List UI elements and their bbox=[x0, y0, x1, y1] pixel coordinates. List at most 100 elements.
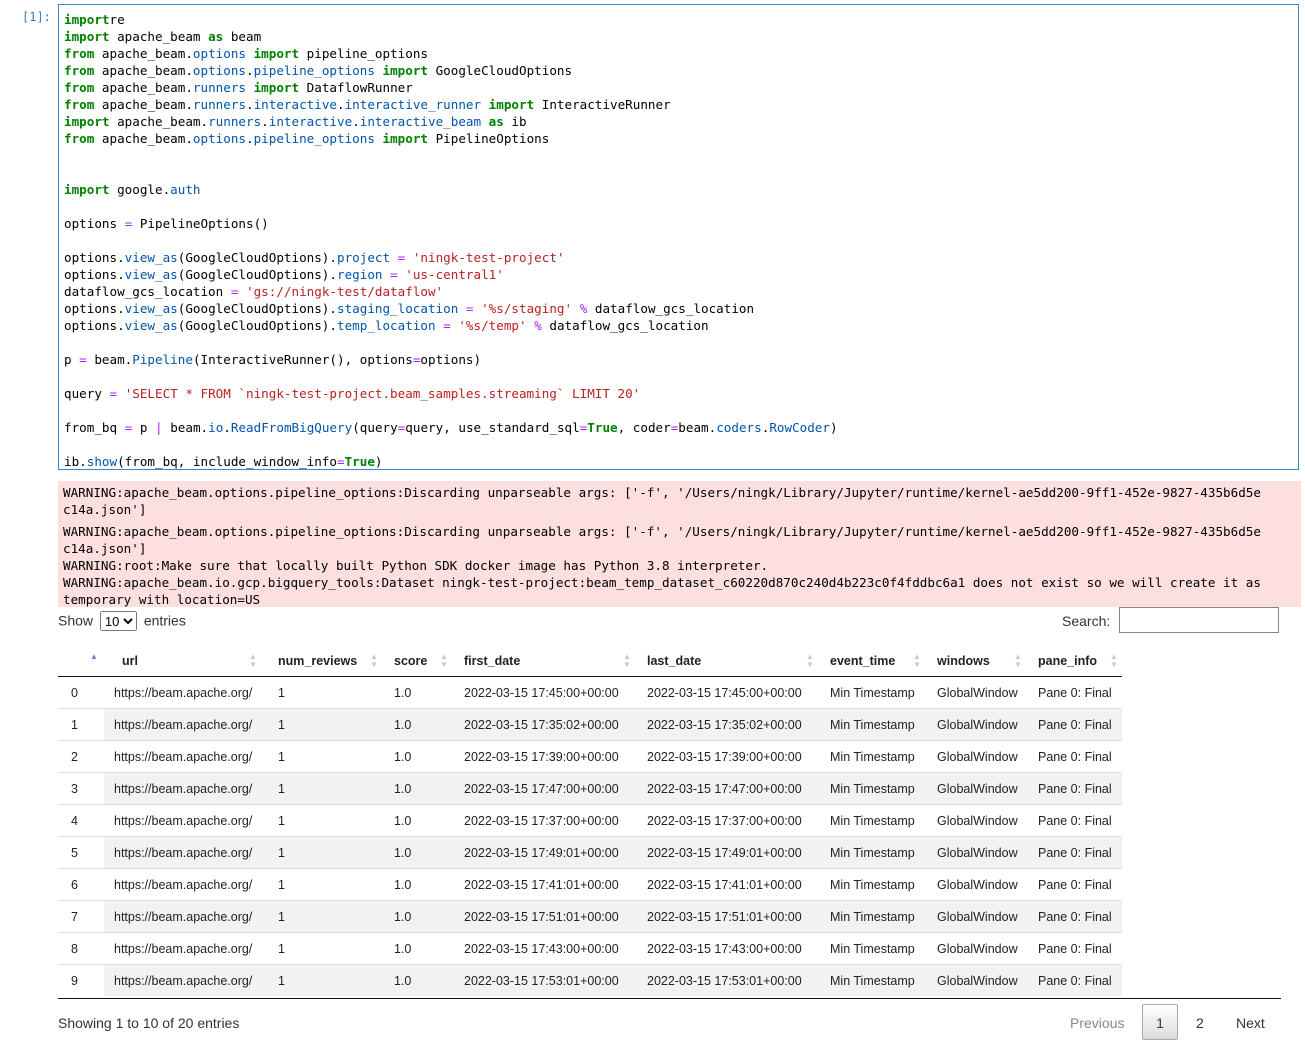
search-control: Search: bbox=[1062, 607, 1279, 633]
table-cell: 5 bbox=[58, 836, 104, 869]
table-cell: Min Timestamp bbox=[822, 868, 929, 901]
search-label: Search: bbox=[1062, 613, 1111, 629]
column-header-num-reviews[interactable]: num_reviews ▲ ▼ bbox=[270, 646, 386, 677]
table-cell: Min Timestamp bbox=[822, 964, 929, 996]
table-cell: 1.0 bbox=[386, 900, 456, 933]
table-cell: 1.0 bbox=[386, 932, 456, 965]
table-cell: 2022-03-15 17:51:01+00:00 bbox=[456, 900, 639, 933]
table-cell: 2022-03-15 17:39:00+00:00 bbox=[639, 740, 822, 773]
table-cell: 4 bbox=[58, 804, 104, 837]
table-cell: Min Timestamp bbox=[822, 900, 929, 933]
table-cell: https://beam.apache.org/ bbox=[104, 836, 270, 869]
table-cell: 1.0 bbox=[386, 964, 456, 996]
search-input[interactable] bbox=[1119, 607, 1279, 633]
table-cell: 1 bbox=[270, 964, 386, 996]
column-header-last-date[interactable]: last_date ▲ ▼ bbox=[639, 646, 822, 677]
table-cell: 1.0 bbox=[386, 868, 456, 901]
column-header-score[interactable]: score ▲ ▼ bbox=[386, 646, 456, 677]
table-header-row: ▲ url ▲ ▼ num_reviews ▲ ▼ score ▲ ▼ first_date… bbox=[58, 646, 1122, 677]
code-line: options = PipelineOptions() bbox=[64, 216, 269, 231]
table-cell: Min Timestamp bbox=[822, 836, 929, 869]
previous-page-button[interactable]: Previous bbox=[1070, 1015, 1124, 1031]
table-cell: 1 bbox=[58, 708, 104, 741]
table-cell: 2 bbox=[58, 740, 104, 773]
code-line: from apache_beam.options.pipeline_option… bbox=[64, 131, 550, 146]
table-cell: Pane 0: Final bbox=[1030, 708, 1122, 741]
stderr-line: WARNING:apache_beam.options.pipeline_opt… bbox=[63, 485, 1261, 500]
table-cell: 2022-03-15 17:53:01+00:00 bbox=[456, 964, 639, 996]
table-cell: 2022-03-15 17:43:00+00:00 bbox=[456, 932, 639, 965]
table-row: 8 https://beam.apache.org/1 1.0 2022-03-15 … bbox=[58, 932, 1122, 965]
table-cell: 2022-03-15 17:37:00+00:00 bbox=[639, 804, 822, 837]
code-line: options.view_as(GoogleCloudOptions).regi… bbox=[64, 267, 504, 282]
column-header-first-date[interactable]: first_date ▲ ▼ bbox=[456, 646, 639, 677]
table-cell: Pane 0: Final bbox=[1030, 900, 1122, 933]
code-line: from apache_beam.options.pipeline_option… bbox=[64, 63, 573, 78]
table-cell: Min Timestamp bbox=[822, 772, 929, 805]
sort-asc-icon: ▲ bbox=[90, 652, 98, 661]
code-line: ib.show(from_bq, include_window_info=Tru… bbox=[64, 454, 383, 469]
code-text[interactable]: importre import apache_beam as beam from… bbox=[64, 11, 838, 470]
table-cell: Pane 0: Final bbox=[1030, 772, 1122, 805]
page-length-select[interactable]: 10 bbox=[99, 611, 137, 631]
sort-icon: ▲ ▼ bbox=[440, 652, 448, 669]
table-cell: Min Timestamp bbox=[822, 932, 929, 965]
table-cell: GlobalWindow bbox=[929, 932, 1030, 965]
table-cell: 7 bbox=[58, 900, 104, 933]
code-line: importre bbox=[64, 12, 125, 27]
table-row: 0 https://beam.apache.org/1 1.0 2022-03-15 … bbox=[58, 676, 1122, 709]
page-2-button[interactable]: 2 bbox=[1196, 1015, 1204, 1031]
code-line: from apache_beam.options import pipeline… bbox=[64, 46, 428, 61]
column-header-windows[interactable]: windows ▲ ▼ bbox=[929, 646, 1030, 677]
table-cell: 1.0 bbox=[386, 740, 456, 773]
table-cell: GlobalWindow bbox=[929, 868, 1030, 901]
sort-icon: ▲ ▼ bbox=[623, 652, 631, 669]
table-cell: Min Timestamp bbox=[822, 740, 929, 773]
code-line: query = 'SELECT * FROM `ningk-test-proje… bbox=[64, 386, 641, 401]
table-cell: https://beam.apache.org/ bbox=[104, 900, 270, 933]
table-cell: Pane 0: Final bbox=[1030, 804, 1122, 837]
table-cell: GlobalWindow bbox=[929, 804, 1030, 837]
column-header-event-time[interactable]: event_time ▲ ▼ bbox=[822, 646, 929, 677]
table-cell: GlobalWindow bbox=[929, 964, 1030, 996]
table-cell: 1 bbox=[270, 772, 386, 805]
table-cell: https://beam.apache.org/ bbox=[114, 685, 253, 700]
table-cell: https://beam.apache.org/ bbox=[104, 772, 270, 805]
table-cell: https://beam.apache.org/ bbox=[104, 740, 270, 773]
table-cell: 1 bbox=[278, 685, 285, 700]
column-header-pane-info[interactable]: pane_info ▲ ▼ bbox=[1030, 646, 1122, 677]
table-cell: GlobalWindow bbox=[937, 685, 1018, 700]
table-cell: Pane 0: Final bbox=[1030, 868, 1122, 901]
column-header-index[interactable]: ▲ bbox=[58, 646, 104, 677]
code-line: from_bq = p | beam.io.ReadFromBigQuery(q… bbox=[64, 420, 838, 435]
table-cell: GlobalWindow bbox=[929, 740, 1030, 773]
table-cell: 2022-03-15 17:39:00+00:00 bbox=[456, 740, 639, 773]
table-cell: 2022-03-15 17:53:01+00:00 bbox=[639, 964, 822, 996]
column-header-url[interactable]: url ▲ ▼ bbox=[104, 646, 270, 677]
code-cell-editor[interactable]: importre import apache_beam as beam from… bbox=[58, 4, 1299, 470]
code-line: import google.auth bbox=[64, 182, 201, 197]
table-cell: https://beam.apache.org/ bbox=[104, 708, 270, 741]
table-cell: 1 bbox=[270, 740, 386, 773]
table-cell: 2022-03-15 17:35:02+00:00 bbox=[456, 708, 639, 741]
table-cell: 2022-03-15 17:41:01+00:00 bbox=[456, 868, 639, 901]
table-row: 7 https://beam.apache.org/1 1.0 2022-03-15 … bbox=[58, 900, 1122, 933]
table-cell: 2022-03-15 17:37:00+00:00 bbox=[456, 804, 639, 837]
next-page-button[interactable]: Next bbox=[1236, 1015, 1265, 1031]
page-1-button[interactable]: 1 bbox=[1142, 1004, 1178, 1040]
results-table: ▲ url ▲ ▼ num_reviews ▲ ▼ score ▲ ▼ first_date… bbox=[58, 646, 1122, 996]
table-cell: 2022-03-15 17:45:00+00:00 bbox=[464, 685, 619, 700]
table-cell: 2022-03-15 17:47:00+00:00 bbox=[639, 772, 822, 805]
code-line: p = beam.Pipeline(InteractiveRunner(), o… bbox=[64, 352, 482, 367]
table-cell: https://beam.apache.org/ bbox=[104, 804, 270, 837]
stderr-line: c14a.json'] bbox=[63, 541, 147, 556]
table-cell: GlobalWindow bbox=[929, 708, 1030, 741]
table-row: 3 https://beam.apache.org/1 1.0 2022-03-15 … bbox=[58, 772, 1122, 805]
table-cell: 1 bbox=[270, 708, 386, 741]
table-row: 6 https://beam.apache.org/1 1.0 2022-03-15 … bbox=[58, 868, 1122, 901]
page-length-control: Show 10 entries bbox=[58, 611, 186, 631]
table-row: 2 https://beam.apache.org/1 1.0 2022-03-15 … bbox=[58, 740, 1122, 773]
code-line: options.view_as(GoogleCloudOptions).stag… bbox=[64, 301, 755, 316]
show-label: Show bbox=[58, 612, 94, 629]
table-row: 5 https://beam.apache.org/1 1.0 2022-03-15 … bbox=[58, 836, 1122, 869]
